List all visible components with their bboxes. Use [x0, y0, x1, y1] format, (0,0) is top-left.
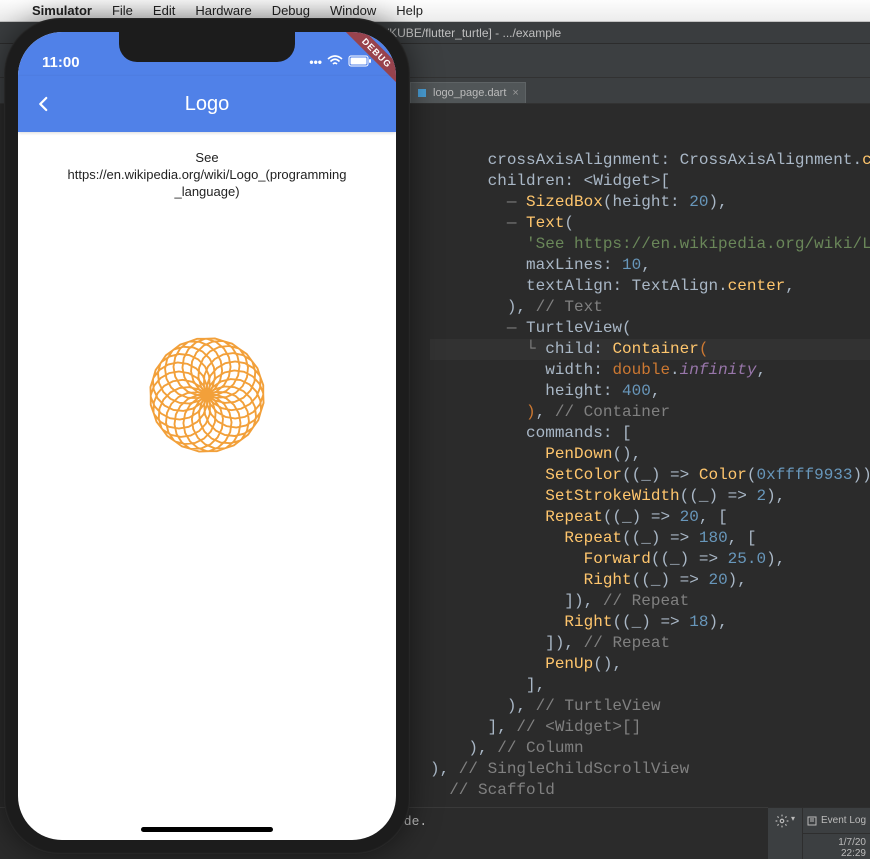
- code-line: PenUp(),: [430, 654, 870, 675]
- close-icon[interactable]: ×: [512, 87, 518, 99]
- code-line: Repeat((_) => 180, [: [430, 528, 870, 549]
- code-line: — Text(: [430, 213, 870, 234]
- code-line: PenDown(),: [430, 444, 870, 465]
- spirograph-path: [150, 338, 263, 451]
- menu-app[interactable]: Simulator: [22, 3, 102, 18]
- gear-icon[interactable]: [775, 814, 789, 833]
- menu-debug[interactable]: Debug: [262, 3, 320, 18]
- status-time: 11:00: [42, 54, 80, 71]
- back-button[interactable]: [30, 90, 58, 118]
- event-log-icon: [807, 816, 817, 826]
- code-line: crossAxisAlignment: CrossAxisAlignment.c…: [430, 150, 870, 171]
- iphone-notch: [119, 32, 295, 62]
- code-line: // Scaffold: [430, 780, 870, 801]
- body-text-line1: See: [30, 150, 384, 167]
- clock-text: 22:29: [841, 848, 866, 859]
- wifi-icon: [327, 55, 343, 70]
- signal-dots-icon: •••: [309, 55, 322, 69]
- code-line: height: 400,: [430, 381, 870, 402]
- code-line: SetStrokeWidth((_) => 2),: [430, 486, 870, 507]
- menu-help[interactable]: Help: [386, 3, 433, 18]
- code-line: Repeat((_) => 20, [: [430, 507, 870, 528]
- body-text-line2: https://en.wikipedia.org/wiki/Logo_(prog…: [30, 167, 384, 184]
- code-line: ]), // Repeat: [430, 591, 870, 612]
- code-line: ]), // Repeat: [430, 633, 870, 654]
- code-line: ), // Column: [430, 738, 870, 759]
- code-line: Right((_) => 20),: [430, 570, 870, 591]
- code-line: └ child: Container(: [430, 339, 870, 360]
- chevron-left-icon: [35, 95, 53, 113]
- event-log-button[interactable]: Event Log: [803, 808, 870, 833]
- code-line: ], // <Widget>[]: [430, 717, 870, 738]
- tab-label: logo_page.dart: [433, 87, 506, 99]
- chevron-down-icon[interactable]: ▾: [791, 814, 795, 823]
- date-short: 1/7/20: [838, 837, 866, 848]
- menu-edit[interactable]: Edit: [143, 3, 185, 18]
- app-body: See https://en.wikipedia.org/wiki/Logo_(…: [18, 132, 396, 575]
- battery-icon: [348, 55, 372, 70]
- code-line: ],: [430, 675, 870, 696]
- code-line: ), // TurtleView: [430, 696, 870, 717]
- event-log-label: Event Log: [821, 815, 866, 826]
- code-line: ), // Text: [430, 297, 870, 318]
- code-line: — SizedBox(height: 20),: [430, 192, 870, 213]
- code-line: maxLines: 10,: [430, 255, 870, 276]
- body-text-line3: _language): [30, 184, 384, 201]
- code-line: ), // Container: [430, 402, 870, 423]
- turtle-spirograph: [37, 215, 377, 575]
- code-line: children: <Widget>[: [430, 171, 870, 192]
- code-line: — TurtleView(: [430, 318, 870, 339]
- code-line: textAlign: TextAlign.center,: [430, 276, 870, 297]
- dart-file-icon: [417, 88, 427, 98]
- menu-window[interactable]: Window: [320, 3, 386, 18]
- code-line: 'See https://en.wikipedia.org/wiki/Logo: [430, 234, 870, 255]
- code-line: Forward((_) => 25.0),: [430, 549, 870, 570]
- code-line: SetColor((_) => Color(0xffff9933)),: [430, 465, 870, 486]
- iphone-simulator-frame: DEBUG 11:00 ••• Logo See https://en.wiki: [4, 18, 410, 854]
- menu-file[interactable]: File: [102, 3, 143, 18]
- code-line: width: double.infinity,: [430, 360, 870, 381]
- code-line: Right((_) => 18),: [430, 612, 870, 633]
- code-line: commands: [: [430, 423, 870, 444]
- iphone-screen: DEBUG 11:00 ••• Logo See https://en.wiki: [18, 32, 396, 840]
- appbar-title: Logo: [18, 93, 396, 116]
- editor-tab-logo-page[interactable]: logo_page.dart ×: [410, 82, 526, 103]
- code-line: ), // SingleChildScrollView: [430, 759, 870, 780]
- home-indicator: [141, 827, 273, 832]
- app-bar: Logo: [18, 76, 396, 132]
- menu-hardware[interactable]: Hardware: [185, 3, 261, 18]
